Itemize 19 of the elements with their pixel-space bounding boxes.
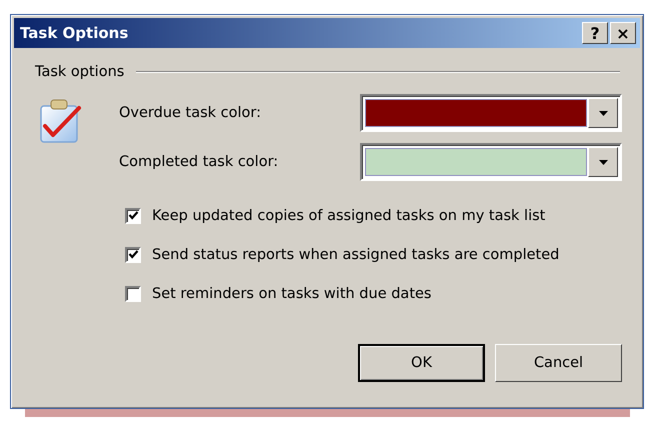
title-bar-button[interactable]: ×: [610, 22, 636, 44]
color-dropdown[interactable]: [360, 94, 622, 132]
checkbox[interactable]: [125, 246, 141, 262]
dropdown-arrow-icon: [598, 160, 608, 164]
title-bar-button[interactable]: ?: [582, 22, 608, 44]
clipboard-check-icon: [39, 98, 83, 144]
color-dropdown[interactable]: [360, 143, 622, 181]
dialog-button[interactable]: OK: [358, 344, 485, 382]
field-label: Overdue task color:: [119, 105, 262, 121]
checkbox[interactable]: [125, 208, 141, 224]
dropdown-arrow-icon: [598, 110, 608, 116]
checkbox-label: Send status reports when assigned tasks are completed: [152, 246, 560, 262]
checkbox-label: Set reminders on tasks with due dates: [152, 286, 432, 302]
checkbox-label: Keep updated copies of assigned tasks on my task list: [152, 208, 546, 224]
field-label: Completed task color:: [119, 154, 278, 170]
checkbox[interactable]: [125, 286, 141, 302]
window-title: Task Options: [20, 24, 128, 42]
group-label: Task options: [35, 64, 124, 80]
dialog-button[interactable]: Cancel: [495, 344, 622, 382]
